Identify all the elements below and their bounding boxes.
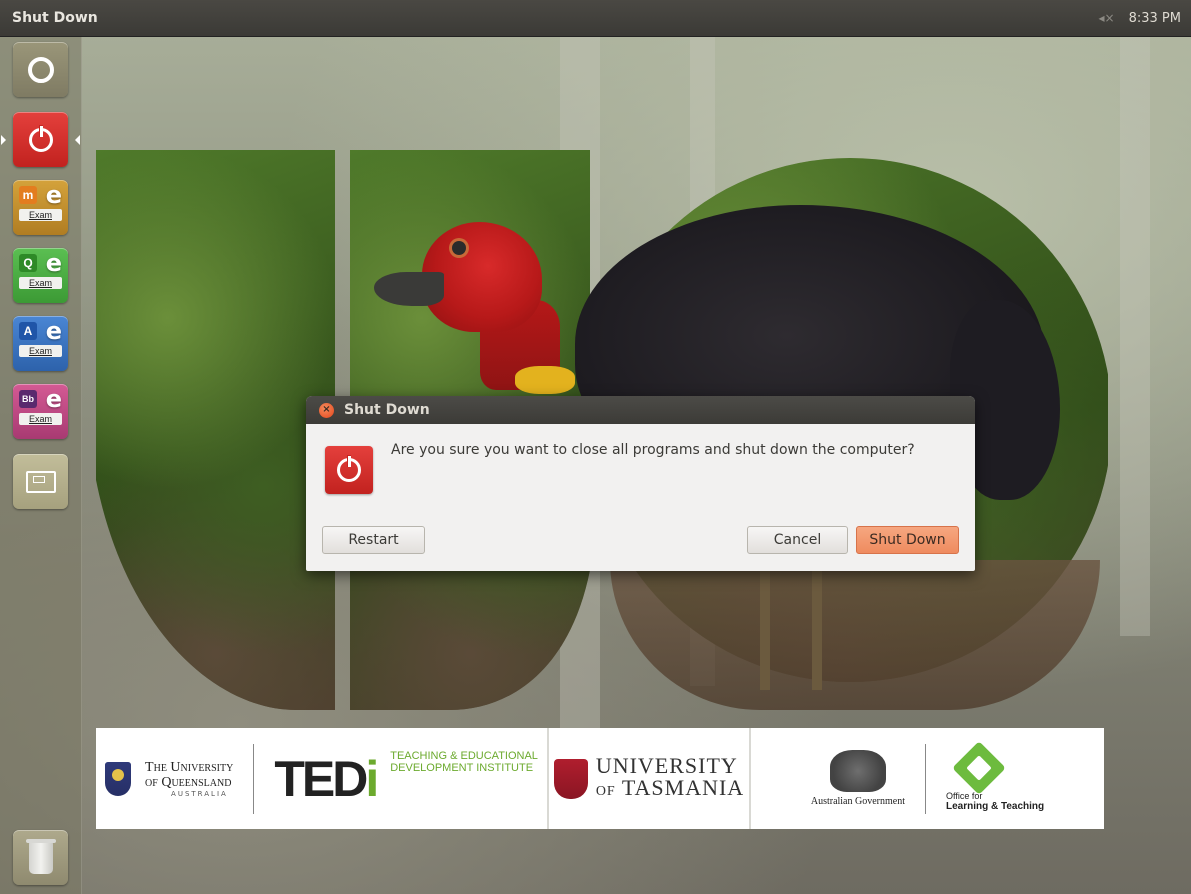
tedi-mark-i: i	[365, 750, 379, 807]
australian-government-logo: Australian Government	[811, 750, 905, 807]
tedi-mark: TEDi	[274, 754, 379, 804]
utas-wordmark: UNIVERSITY OF TASMANIA	[595, 752, 745, 803]
utas-line2: TASMANIA	[621, 774, 745, 800]
utas-crest-icon	[553, 758, 588, 799]
logo-divider	[924, 743, 926, 814]
utas-logo: UNIVERSITY OF TASMANIA	[549, 728, 751, 829]
tile-label: Exam	[19, 277, 62, 289]
brush-turkey-eye	[452, 241, 466, 255]
uq-country: AUSTRALIA	[171, 789, 228, 798]
tedi-wordmark: TEACHING & EDUCATIONAL DEVELOPMENT INSTI…	[390, 750, 538, 774]
sponsor-logo-band: The University of Queensland AUSTRALIA T…	[96, 728, 1104, 829]
launcher-shutdown-button[interactable]	[13, 112, 68, 167]
tedi-mark-letters: TED	[274, 750, 368, 807]
dialog-body: Are you sure you want to close all progr…	[306, 424, 975, 571]
logo-divider	[253, 743, 255, 814]
olt-line2: Learning & Teaching	[945, 801, 1045, 812]
exam-e-icon: e	[45, 385, 62, 413]
clock[interactable]: 8:33 PM	[1129, 11, 1181, 26]
tedi-line1: TEACHING & EDUCATIONAL	[390, 750, 538, 762]
launcher-focus-indicator	[75, 135, 80, 145]
dialog-message: Are you sure you want to close all progr…	[391, 442, 915, 458]
power-icon	[337, 455, 361, 482]
uq-tedi-logo: The University of Queensland AUSTRALIA T…	[96, 728, 549, 829]
assess-badge-icon: A	[19, 322, 37, 340]
launcher-quiz-exam[interactable]: Q e Exam	[13, 248, 68, 303]
cancel-button[interactable]: Cancel	[747, 526, 848, 554]
olt-diamond-icon	[952, 741, 1006, 795]
uq-name-line2: of Queensland	[145, 774, 232, 790]
close-icon[interactable]: ×	[319, 402, 334, 418]
dialog-power-icon	[325, 446, 373, 494]
wallpaper-leaf-litter	[610, 560, 1100, 710]
moodle-badge-icon: m	[19, 186, 37, 204]
panel-title: Shut Down	[12, 10, 98, 26]
uq-wordmark: The University of Queensland AUSTRALIA	[145, 760, 233, 798]
brush-turkey-wattle	[515, 366, 575, 394]
olt-logo: Office for Learning & Teaching	[945, 741, 1045, 812]
launcher-trash[interactable]	[13, 830, 68, 885]
wallpaper-tree-trunk	[1120, 36, 1150, 636]
launcher-assess-exam[interactable]: A e Exam	[13, 316, 68, 371]
exam-e-icon: e	[45, 317, 62, 345]
exam-e-icon: e	[45, 249, 62, 277]
govt-wordmark: Australian Government	[810, 796, 905, 807]
restart-button[interactable]: Restart	[322, 526, 425, 554]
blackboard-badge-icon: Bb	[19, 390, 37, 408]
panel-indicators: ◂× 8:33 PM	[1099, 11, 1181, 26]
launcher-blackboard-exam[interactable]: Bb e Exam	[13, 384, 68, 439]
ubuntu-logo-icon	[27, 56, 54, 83]
shutdown-button[interactable]: Shut Down	[856, 526, 959, 554]
dialog-title: Shut Down	[344, 402, 430, 418]
trash-icon	[25, 838, 56, 874]
quiz-badge-icon: Q	[19, 254, 37, 272]
launcher-workspace-switcher[interactable]	[13, 454, 68, 509]
tile-label: Exam	[19, 413, 62, 425]
top-panel: Shut Down ◂× 8:33 PM	[0, 0, 1191, 36]
tedi-line2: DEVELOPMENT INSTITUTE	[390, 762, 534, 774]
utas-line1: UNIVERSITY	[595, 752, 738, 778]
exam-e-icon: e	[45, 181, 62, 209]
launcher-active-indicator	[1, 135, 6, 145]
govt-olt-logo: Australian Government Office for Learnin…	[751, 728, 1104, 829]
tile-label: Exam	[19, 209, 62, 221]
power-icon	[28, 124, 53, 152]
volume-muted-icon[interactable]: ◂×	[1099, 11, 1115, 25]
launcher-moodle-exam[interactable]: m e Exam	[13, 180, 68, 235]
launcher: m e Exam Q e Exam A e Exam Bb e Exam	[0, 36, 82, 894]
launcher-dash-button[interactable]	[13, 42, 68, 97]
shutdown-dialog: × Shut Down Are you sure you want to clo…	[306, 396, 975, 571]
utas-of: OF	[595, 783, 616, 799]
dialog-titlebar[interactable]: × Shut Down	[306, 396, 975, 424]
workspace-icon	[25, 470, 56, 493]
coat-of-arms-icon	[829, 750, 886, 792]
tile-label: Exam	[19, 345, 62, 357]
uq-crest-icon	[105, 761, 132, 796]
uq-name-line1: The University	[145, 759, 234, 775]
